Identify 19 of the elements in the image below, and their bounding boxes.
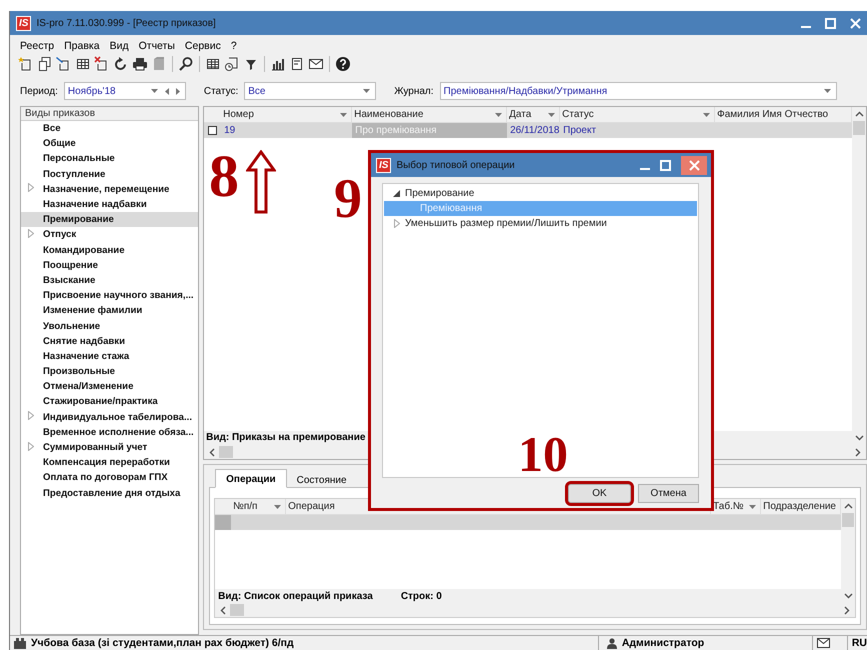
table-cell: Про преміювання (352, 123, 508, 138)
annotation-number: 8 (209, 146, 239, 206)
app-logo: IS (16, 16, 32, 30)
dialog-title: Выбор типовой операции (396, 160, 516, 170)
field-label: Период: (20, 86, 58, 96)
field-label: Статус: (204, 86, 238, 96)
status-text: Учбова база (зі студентами,план рах бюджет) 6/пд (31, 637, 294, 649)
panel-header: Виды приказов (21, 107, 198, 121)
annotation-number: 9 (334, 171, 362, 227)
window-title: IS-pro 7.11.030.999 - [Реестр приказов] (36, 18, 217, 28)
table-cell-text: 19 (223, 124, 236, 138)
view-caption: Строк: 0 (400, 590, 442, 602)
field-label: Журнал: (394, 86, 434, 96)
app-logo: IS (376, 158, 392, 172)
view-caption: Вид: Список операций приказа (218, 590, 373, 602)
table-cell-text: Проект (562, 124, 598, 138)
status-text: RU (850, 637, 867, 649)
table-cell-text: 26/11/2018 (509, 124, 560, 138)
status-text: Администратор (622, 637, 704, 649)
